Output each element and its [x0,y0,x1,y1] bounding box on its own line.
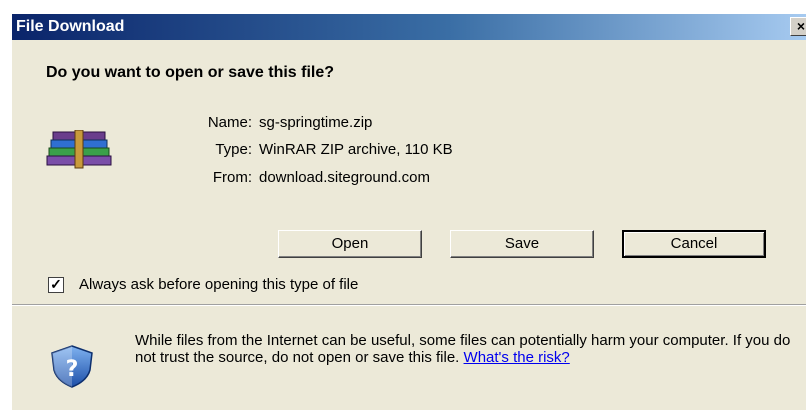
close-button[interactable]: × [790,17,806,36]
security-warning: While files from the Internet can be use… [135,332,795,366]
file-source-value: download.siteground.com [259,169,430,186]
divider [12,304,806,306]
whats-the-risk-link[interactable]: What's the risk? [464,349,570,366]
open-button[interactable]: Open [278,230,422,258]
always-ask-label[interactable]: Always ask before opening this type of f… [79,276,358,293]
save-button[interactable]: Save [450,230,594,258]
security-shield-question-icon: ? [51,345,93,388]
svg-text:?: ? [66,357,79,382]
from-label: From: [212,169,252,186]
title-bar[interactable]: File Download × [12,14,806,40]
desktop-edge [0,0,12,410]
file-type-value: WinRAR ZIP archive, 110 KB [259,141,453,158]
dialog-title: File Download [16,18,125,35]
name-label: Name: [207,114,252,131]
file-download-dialog: File Download × Do you want to open or s… [12,14,806,410]
file-name-value: sg-springtime.zip [259,114,373,131]
cancel-button[interactable]: Cancel [622,230,766,258]
dialog-question: Do you want to open or save this file? [46,64,335,81]
always-ask-checkbox[interactable]: ✓ [48,277,64,293]
type-label: Type: [215,141,252,158]
